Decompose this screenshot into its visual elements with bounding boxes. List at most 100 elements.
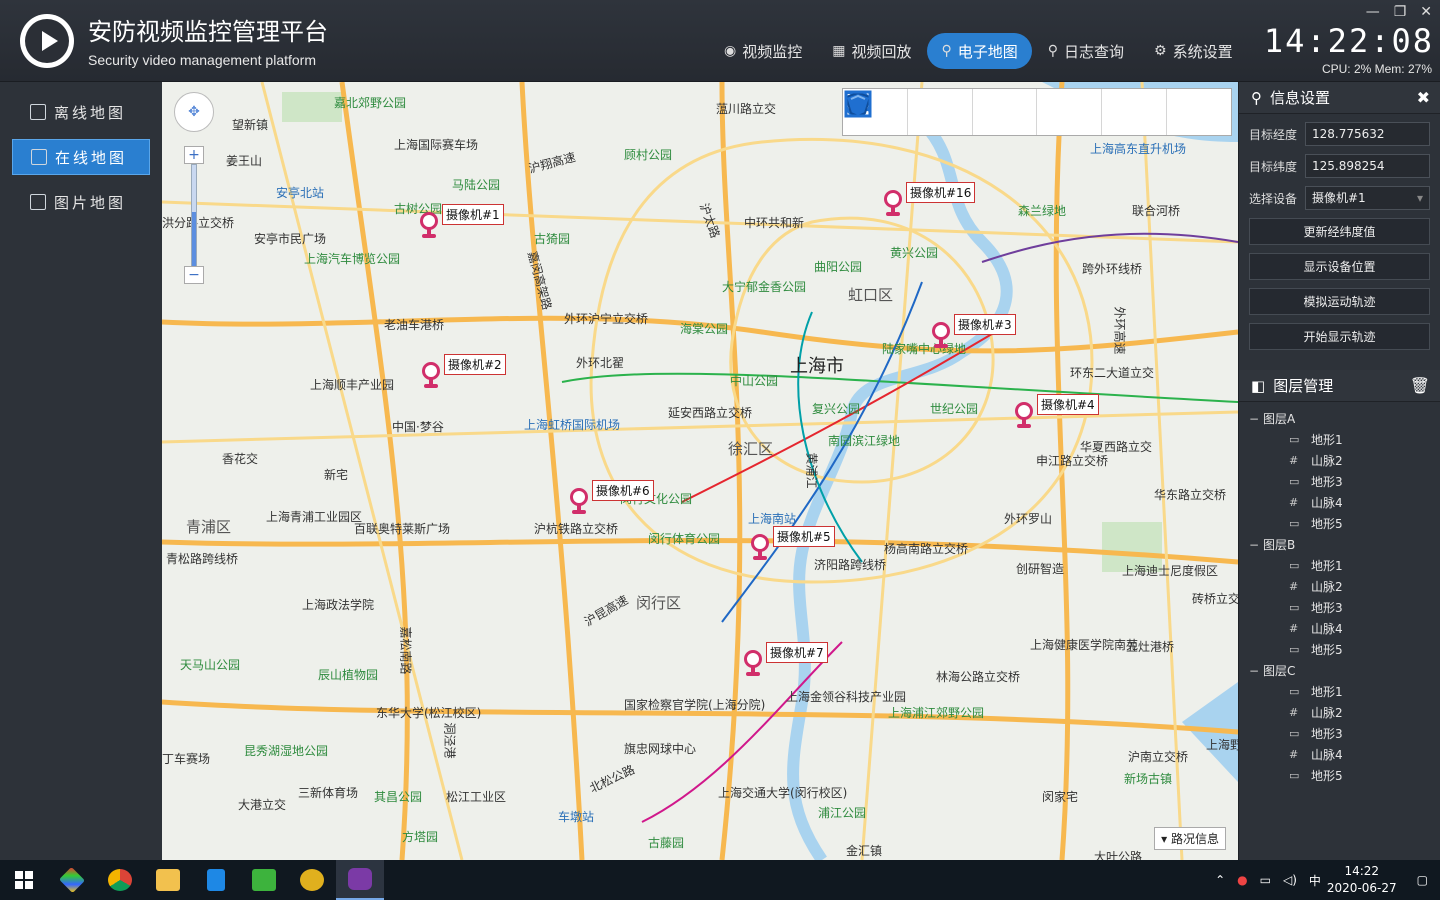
taskbar-clock[interactable]: 14:22 2020-06-27: [1327, 863, 1397, 897]
nav-video-playback[interactable]: ▦ 视频回放: [818, 33, 925, 69]
monitor-icon: ▭: [1289, 517, 1300, 530]
camera-marker-2[interactable]: 摄像机#2: [420, 354, 506, 390]
layer-group-c[interactable]: − 图层C: [1249, 660, 1440, 681]
nav-log-query[interactable]: ⚲ 日志查询: [1034, 33, 1138, 69]
longitude-input[interactable]: 128.775632: [1305, 122, 1430, 146]
layer-item[interactable]: # 山脉2: [1249, 576, 1440, 597]
network-icon[interactable]: ▭: [1260, 873, 1271, 887]
map-label: 新宅: [324, 468, 349, 482]
sidebar-item-image-map[interactable]: 图片地图: [12, 184, 150, 220]
map-canvas[interactable]: 嘉北郊野公园 望新镇 上海国际赛车场 马陆公园 沪翔高速 顾村公园 蕰川路立交 …: [162, 82, 1238, 860]
layer-item[interactable]: ▭ 地形5: [1249, 765, 1440, 786]
layer-item[interactable]: ▭ 地形3: [1249, 723, 1440, 744]
update-coordinates-button[interactable]: 更新经纬度值: [1249, 218, 1430, 245]
polygon-tool-button[interactable]: [844, 89, 1168, 135]
nav-video-monitor[interactable]: ◉ 视频监控: [710, 33, 816, 69]
camera-pin-icon: [742, 648, 764, 678]
zoom-in-button[interactable]: +: [184, 146, 204, 164]
map-label: 复兴公园: [812, 402, 861, 416]
layer-item[interactable]: # 山脉2: [1249, 450, 1440, 471]
layer-item-label: 地形3: [1311, 727, 1343, 741]
layer-item-label: 地形3: [1311, 475, 1343, 489]
map-label: 青浦区: [186, 518, 232, 536]
rectangle-tool-button[interactable]: [844, 89, 1231, 135]
taskbar-app-security-platform[interactable]: [336, 860, 384, 900]
layer-item[interactable]: # 山脉2: [1249, 702, 1440, 723]
camera-marker-5[interactable]: 摄像机#5: [749, 526, 835, 562]
taskbar-app-explorer[interactable]: [144, 860, 192, 900]
nav-system-settings[interactable]: ⚙ 系统设置: [1140, 33, 1247, 69]
start-show-trajectory-button[interactable]: 开始显示轨迹: [1249, 323, 1430, 350]
latitude-input[interactable]: 125.898254: [1305, 154, 1430, 178]
layer-item[interactable]: ▭ 地形1: [1249, 555, 1440, 576]
layer-item[interactable]: ▭ 地形3: [1249, 471, 1440, 492]
chevron-up-icon[interactable]: ⌃: [1215, 873, 1225, 887]
layer-group-a[interactable]: − 图层A: [1249, 408, 1440, 429]
map-label: 延安西路立交桥: [668, 406, 753, 420]
traffic-info-button[interactable]: ▾ 路况信息: [1154, 827, 1226, 850]
map-label: 五灶港桥: [1126, 640, 1175, 654]
polyline-tool-button[interactable]: [845, 89, 1103, 135]
camera-marker-3[interactable]: 摄像机#3: [930, 314, 1016, 350]
layer-group-b[interactable]: − 图层B: [1249, 534, 1440, 555]
layer-item-label: 地形5: [1311, 769, 1343, 783]
zoom-slider[interactable]: [191, 164, 197, 270]
map-label: 顾村公园: [624, 148, 673, 162]
monitor-icon: ▭: [1289, 433, 1300, 446]
camera-marker-7[interactable]: 摄像机#7: [742, 642, 828, 678]
camera-marker-6[interactable]: 摄像机#6: [568, 480, 654, 516]
taskbar-app-tablet[interactable]: [192, 860, 240, 900]
grid-icon: #: [1289, 496, 1299, 509]
layer-item[interactable]: ▭ 地形5: [1249, 513, 1440, 534]
taskbar-app-chrome[interactable]: [96, 860, 144, 900]
collapse-icon[interactable]: −: [1249, 412, 1263, 426]
notification-icon[interactable]: ▢: [1417, 873, 1428, 887]
layer-item[interactable]: # 山脉4: [1249, 618, 1440, 639]
volume-icon[interactable]: ◁): [1283, 873, 1297, 887]
simulate-trajectory-button[interactable]: 模拟运动轨迹: [1249, 288, 1430, 315]
sidebar-item-offline-map[interactable]: 离线地图: [12, 94, 150, 130]
camera-pin-icon: [568, 486, 590, 516]
collapse-icon[interactable]: −: [1249, 538, 1263, 552]
map-label: 沪杭铁路立交桥: [534, 522, 619, 536]
map-label: 松江工业区: [446, 790, 507, 804]
map-label: 浦江公园: [818, 806, 867, 820]
layer-item[interactable]: ▭ 地形3: [1249, 597, 1440, 618]
camera-label: 摄像机#2: [444, 354, 506, 375]
device-select[interactable]: 摄像机#1 ▾: [1305, 186, 1430, 210]
app-tray-icon[interactable]: ●: [1237, 873, 1247, 887]
layer-item[interactable]: ▭ 地形1: [1249, 681, 1440, 702]
close-icon[interactable]: ✕: [1420, 4, 1432, 20]
layer-item[interactable]: ▭ 地形5: [1249, 639, 1440, 660]
close-icon[interactable]: ✖: [1417, 88, 1430, 107]
taskbar-app-yellow[interactable]: [288, 860, 336, 900]
pan-control-icon[interactable]: ✥: [174, 92, 214, 132]
map-label: 中山公园: [730, 374, 779, 388]
show-device-location-button[interactable]: 显示设备位置: [1249, 253, 1430, 280]
camera-marker-4[interactable]: 摄像机#4: [1013, 394, 1099, 430]
camera-marker-16[interactable]: 摄像机#16: [882, 182, 976, 218]
collapse-icon[interactable]: −: [1249, 664, 1263, 678]
layer-item[interactable]: ▭ 地形1: [1249, 429, 1440, 450]
ime-indicator[interactable]: 中: [1309, 872, 1321, 889]
taskbar-app-gem[interactable]: [48, 860, 96, 900]
zoom-out-button[interactable]: −: [184, 266, 204, 284]
map-label: 丁车赛场: [162, 752, 211, 766]
layer-item[interactable]: # 山脉4: [1249, 492, 1440, 513]
layer-item[interactable]: # 山脉4: [1249, 744, 1440, 765]
nav-label: 视频监控: [742, 42, 803, 61]
map-label: 上海高东直升机场: [1090, 142, 1187, 156]
sidebar-item-online-map[interactable]: 在线地图: [12, 139, 150, 175]
start-button[interactable]: [0, 860, 48, 900]
minimize-icon[interactable]: —: [1366, 4, 1380, 20]
taskbar-app-qc[interactable]: [240, 860, 288, 900]
restore-icon[interactable]: ❐: [1394, 4, 1407, 20]
circle-tool-button[interactable]: [844, 89, 1038, 135]
filter-icon: ▾: [1161, 832, 1168, 846]
trash-icon[interactable]: 🗑: [1410, 376, 1430, 395]
marker-tool-button[interactable]: [846, 89, 973, 135]
nav-electronic-map[interactable]: ⚲ 电子地图: [927, 33, 1032, 69]
monitor-icon: ▭: [1289, 727, 1300, 740]
camera-marker-1[interactable]: 摄像机#1: [418, 204, 504, 240]
app-logo: [20, 14, 74, 68]
